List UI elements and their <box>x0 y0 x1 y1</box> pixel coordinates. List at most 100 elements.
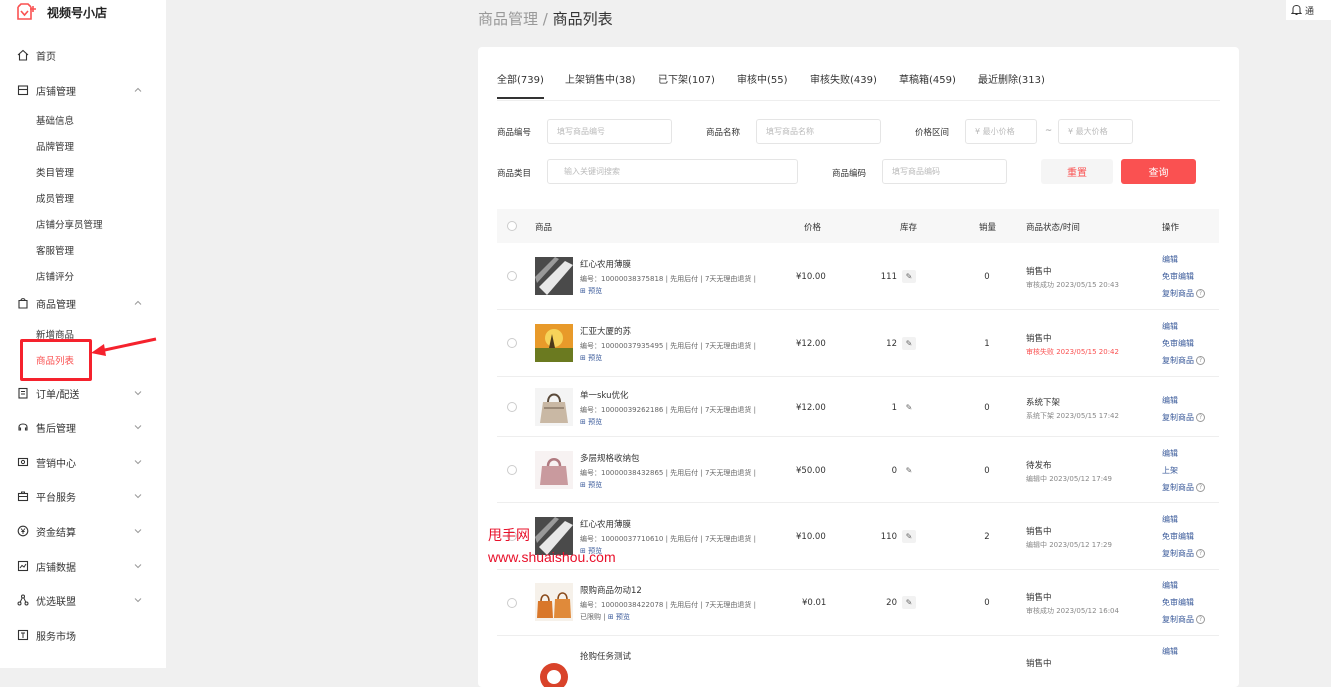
price-max-input[interactable]: ¥ 最大价格 <box>1058 119 1133 144</box>
nav-aftersale-label: 售后管理 <box>36 423 76 435</box>
product-thumbnail[interactable] <box>535 324 573 362</box>
breadcrumb-parent[interactable]: 商品管理 <box>478 10 538 28</box>
nav-store-sharers[interactable]: 店铺分享员管理 <box>36 217 103 231</box>
help-icon[interactable]: ? <box>1196 615 1205 624</box>
category-search-input[interactable]: 输入关键词搜索 <box>547 159 798 184</box>
nav-store-category[interactable]: 类目管理 <box>36 165 74 179</box>
preview-link[interactable]: ⊞ 预览 <box>580 417 602 427</box>
select-all-radio[interactable] <box>507 221 517 231</box>
header-stock: 库存 <box>900 223 918 233</box>
product-name[interactable]: 汇亚大厦的苏 <box>580 325 631 337</box>
nav-store-service[interactable]: 客服管理 <box>36 243 74 257</box>
tab-off-shelf[interactable]: 已下架(107) <box>658 71 715 99</box>
tab-on-sale[interactable]: 上架销售中(38) <box>565 71 636 99</box>
product-stock: 20 <box>886 598 897 608</box>
nav-marketing[interactable]: 营销中心 <box>0 452 166 472</box>
op-copy-product[interactable]: 复制商品? <box>1162 482 1205 493</box>
edit-stock-icon[interactable]: ✎ <box>902 596 916 609</box>
nav-home-label: 首页 <box>36 51 56 63</box>
tab-reviewing[interactable]: 审核中(55) <box>737 71 788 99</box>
query-button[interactable]: 查询 <box>1121 159 1196 184</box>
op-edit[interactable]: 编辑 <box>1162 514 1178 525</box>
nav-aftersale[interactable]: 售后管理 <box>0 417 166 437</box>
product-name[interactable]: 抢购任务测试 <box>580 650 631 662</box>
op-quick-edit[interactable]: 免审编辑 <box>1162 271 1194 282</box>
product-barcode-input[interactable]: 填写商品编码 <box>882 159 1007 184</box>
help-icon[interactable]: ? <box>1196 483 1205 492</box>
row-select-radio[interactable] <box>507 271 517 281</box>
preview-link[interactable]: ⊞ 预览 <box>580 480 602 490</box>
edit-stock-icon[interactable]: ✎ <box>902 530 916 543</box>
nav-store-brand[interactable]: 品牌管理 <box>36 139 74 153</box>
op-quick-edit[interactable]: 免审编辑 <box>1162 338 1194 349</box>
nav-orders[interactable]: 订单/配送 <box>0 383 166 403</box>
nav-data[interactable]: 店铺数据 <box>0 556 166 576</box>
op-copy-product[interactable]: 复制商品? <box>1162 355 1205 366</box>
tab-review-failed[interactable]: 审核失败(439) <box>810 71 877 99</box>
nav-store-rating[interactable]: 店铺评分 <box>36 269 74 283</box>
yuan-coin-icon <box>17 525 29 537</box>
nav-store-members[interactable]: 成员管理 <box>36 191 74 205</box>
op-edit[interactable]: 编辑 <box>1162 395 1178 406</box>
nav-finance[interactable]: 资金结算 <box>0 521 166 541</box>
op-copy-product[interactable]: 复制商品? <box>1162 548 1205 559</box>
store-icon <box>17 84 29 96</box>
op-put-on-shelf[interactable]: 上架 <box>1162 465 1178 476</box>
row-select-radio[interactable] <box>507 465 517 475</box>
op-quick-edit[interactable]: 免审编辑 <box>1162 597 1194 608</box>
product-code-input[interactable]: 填写商品编号 <box>547 119 672 144</box>
help-icon[interactable]: ? <box>1196 413 1205 422</box>
op-edit[interactable]: 编辑 <box>1162 448 1178 459</box>
product-thumbnail[interactable] <box>535 257 573 295</box>
product-name[interactable]: 红心农用薄膜 <box>580 258 631 270</box>
product-name[interactable]: 限购商品勿动12 <box>580 584 642 596</box>
product-name-input[interactable]: 填写商品名称 <box>756 119 881 144</box>
price-min-input[interactable]: ¥ 最小价格 <box>965 119 1037 144</box>
product-info: 编号：10000039262186 | 先用后付 | 7天无理由退货 | <box>580 406 757 414</box>
preview-link[interactable]: ⊞ 预览 <box>580 286 602 296</box>
app-logo[interactable]: 视频号小店 <box>16 2 107 22</box>
nav-platform[interactable]: 平台服务 <box>0 486 166 506</box>
product-name[interactable]: 多层规格收纳包 <box>580 452 640 464</box>
preview-link[interactable]: 已限购 | ⊞ 预览 <box>580 612 630 622</box>
op-edit[interactable]: 编辑 <box>1162 254 1178 265</box>
header-price: 价格 <box>804 223 822 233</box>
chevron-up-icon <box>134 87 142 92</box>
row-select-radio[interactable] <box>507 338 517 348</box>
help-icon[interactable]: ? <box>1196 549 1205 558</box>
edit-stock-icon[interactable]: ✎ <box>902 401 916 414</box>
nav-home[interactable]: 首页 <box>0 45 166 65</box>
op-copy-product[interactable]: 复制商品? <box>1162 288 1205 299</box>
product-sales: 0 <box>984 403 990 413</box>
op-copy-product[interactable]: 复制商品? <box>1162 614 1205 625</box>
preview-link[interactable]: ⊞ 预览 <box>580 353 602 363</box>
help-icon[interactable]: ? <box>1196 289 1205 298</box>
product-thumbnail[interactable] <box>535 388 573 426</box>
row-select-radio[interactable] <box>507 402 517 412</box>
nav-alliance[interactable]: 优选联盟 <box>0 590 166 610</box>
product-name[interactable]: 单一sku优化 <box>580 389 628 401</box>
op-edit[interactable]: 编辑 <box>1162 646 1178 657</box>
nav-store-basic[interactable]: 基础信息 <box>36 113 74 127</box>
reset-button[interactable]: 重置 <box>1041 159 1113 184</box>
op-edit[interactable]: 编辑 <box>1162 321 1178 332</box>
op-quick-edit[interactable]: 免审编辑 <box>1162 531 1194 542</box>
edit-stock-icon[interactable]: ✎ <box>902 270 916 283</box>
nav-goods[interactable]: 商品管理 <box>0 293 166 313</box>
edit-stock-icon[interactable]: ✎ <box>902 464 916 477</box>
product-thumbnail[interactable] <box>535 649 573 687</box>
edit-stock-icon[interactable]: ✎ <box>902 337 916 350</box>
product-thumbnail[interactable] <box>535 583 573 621</box>
nav-store[interactable]: 店铺管理 <box>0 80 166 100</box>
op-edit[interactable]: 编辑 <box>1162 580 1178 591</box>
table-row: 抢购任务测试 销售中 编辑 <box>497 636 1219 687</box>
nav-market[interactable]: 服务市场 <box>0 625 166 645</box>
tab-drafts[interactable]: 草稿箱(459) <box>899 71 956 99</box>
tab-all[interactable]: 全部(739) <box>497 71 544 99</box>
op-copy-product[interactable]: 复制商品? <box>1162 412 1205 423</box>
product-thumbnail[interactable] <box>535 451 573 489</box>
help-icon[interactable]: ? <box>1196 356 1205 365</box>
row-select-radio[interactable] <box>507 598 517 608</box>
notification-button[interactable]: 通 <box>1286 0 1331 20</box>
tab-recently-deleted[interactable]: 最近删除(313) <box>978 71 1045 99</box>
